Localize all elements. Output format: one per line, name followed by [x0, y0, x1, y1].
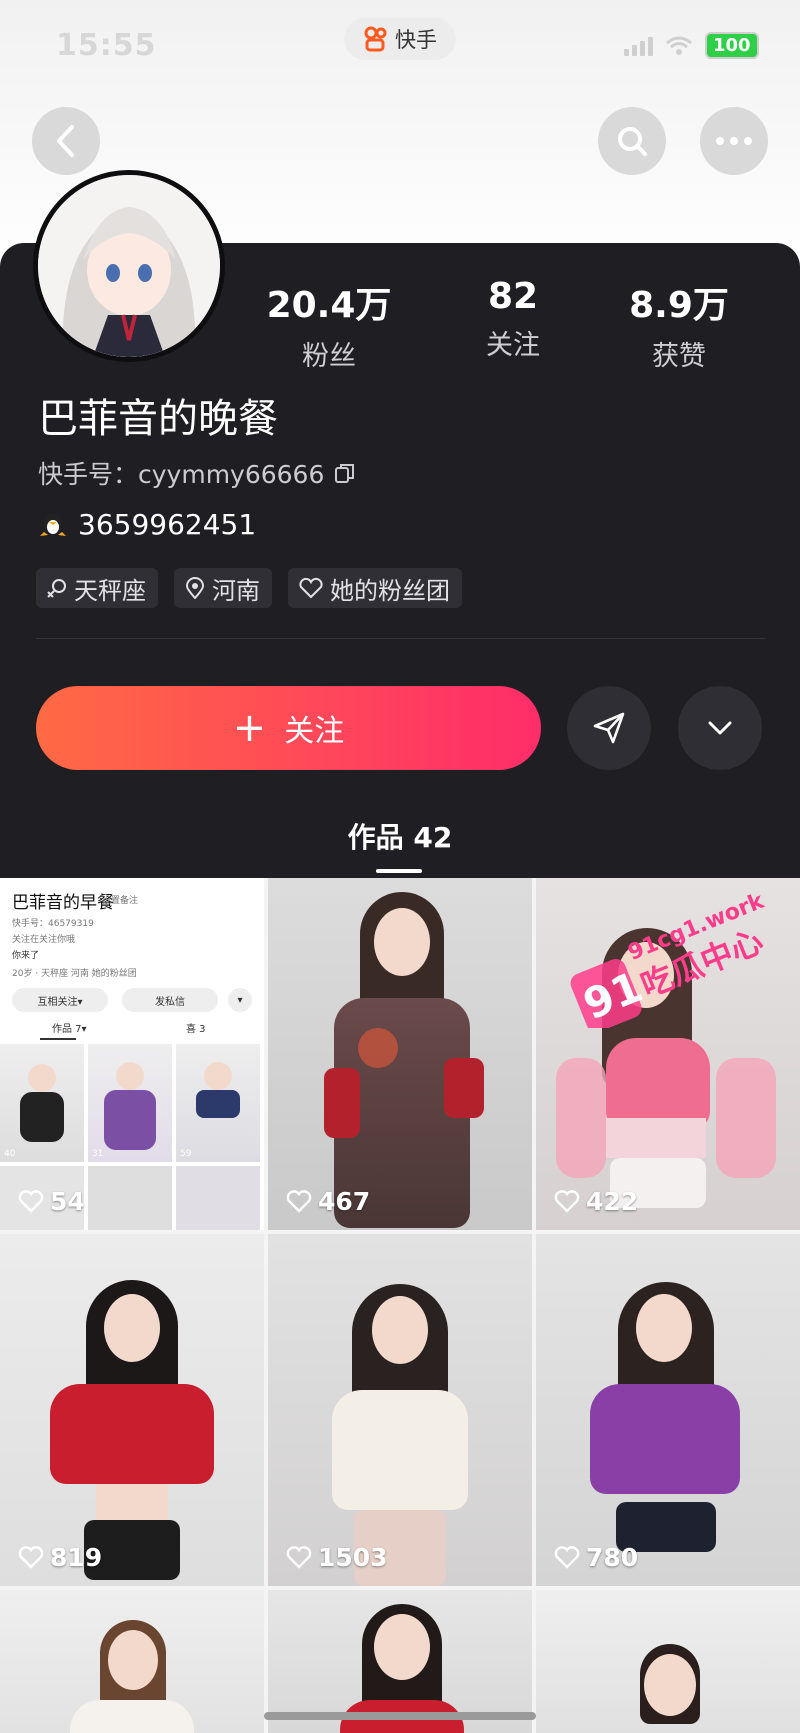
- mini-btn-more: ▾: [228, 988, 252, 1012]
- mini-thumb-likes-2: 31: [92, 1149, 104, 1159]
- watermark-logo: 91 91cg1.work 吃瓜中心: [570, 888, 769, 1028]
- mini-thumb-likes-3: 59: [180, 1149, 192, 1159]
- qq-penguin-icon: [40, 512, 66, 536]
- like-count-value: 422: [586, 1187, 639, 1216]
- stat-likes[interactable]: 8.9万 获赞: [604, 276, 754, 373]
- tab-works[interactable]: 作品 42: [330, 816, 470, 856]
- heart-group-icon: [299, 577, 323, 599]
- copy-icon[interactable]: [334, 462, 356, 484]
- send-icon: [593, 712, 625, 744]
- mini-remark: 设置备注: [102, 896, 139, 906]
- chevron-left-icon: [57, 125, 74, 157]
- share-button[interactable]: [567, 686, 651, 770]
- app-indicator[interactable]: 快手: [344, 18, 456, 60]
- heart-icon: [18, 1189, 44, 1213]
- wifi-icon: [666, 36, 692, 55]
- like-count-value: 819: [50, 1543, 103, 1572]
- search-button[interactable]: [598, 107, 666, 175]
- profile-tags: 天秤座 河南 她的粉丝团: [36, 568, 462, 608]
- kuaishou-logo-icon: [364, 26, 387, 52]
- mini-profile-screenshot: 巴菲音的早餐 设置备注 快手号：46579319 关注在关注你哦 你来了 20岁…: [0, 878, 264, 1230]
- heart-icon: [554, 1545, 580, 1569]
- video-thumbnail[interactable]: 780: [536, 1234, 800, 1586]
- heart-icon: [286, 1545, 312, 1569]
- like-count: 467: [286, 1187, 370, 1216]
- mini-tags: 20岁 · 天秤座 河南 她的粉丝团: [12, 969, 137, 979]
- heart-icon: [286, 1189, 312, 1213]
- mini-title: 巴菲音的早餐: [12, 893, 114, 913]
- more-button[interactable]: [700, 107, 768, 175]
- mini-id: 快手号：46579319: [12, 919, 94, 929]
- like-count: 54: [18, 1187, 85, 1216]
- expand-button[interactable]: [678, 686, 762, 770]
- following-label: 关注: [486, 330, 540, 361]
- search-icon: [618, 127, 647, 156]
- like-count-value: 780: [586, 1543, 639, 1572]
- app-name: 快手: [395, 28, 437, 52]
- heart-icon: [18, 1545, 44, 1569]
- heart-icon: [554, 1189, 580, 1213]
- back-button[interactable]: [32, 107, 100, 175]
- mini-tab-works: 作品 7▾: [52, 1024, 87, 1035]
- mini-thumb-1: 40: [0, 1044, 84, 1162]
- mini-line1: 关注在关注你哦: [12, 935, 76, 945]
- more-icon: [716, 137, 752, 145]
- video-thumbnail[interactable]: [0, 1590, 264, 1733]
- mini-line2: 你来了: [12, 951, 40, 961]
- mini-thumb-3: 59: [176, 1044, 260, 1162]
- mini-thumb-2: 31: [88, 1044, 172, 1162]
- avatar-image: [38, 175, 220, 357]
- home-indicator[interactable]: [264, 1712, 536, 1720]
- stat-fans[interactable]: 20.4万 粉丝: [254, 276, 404, 373]
- video-thumbnail[interactable]: [536, 1590, 800, 1733]
- like-count: 422: [554, 1187, 638, 1216]
- video-thumbnail[interactable]: 巴菲音的早餐 设置备注 快手号：46579319 关注在关注你哦 你来了 20岁…: [0, 878, 264, 1230]
- location-pin-icon: [185, 577, 205, 599]
- like-count-value: 54: [50, 1187, 85, 1216]
- mini-tab-indicator: [40, 1038, 76, 1040]
- tab-works-indicator: [376, 869, 422, 873]
- video-thumbnail[interactable]: 819: [0, 1234, 264, 1586]
- fans-label: 粉丝: [302, 341, 356, 372]
- likes-label: 获赞: [652, 341, 706, 372]
- kuaishou-id-row[interactable]: 快手号：cyymmy66666: [38, 455, 356, 491]
- tag-constellation-label: 天秤座: [74, 576, 146, 605]
- likes-count: 8.9万: [629, 285, 729, 326]
- follow-button[interactable]: + 关注: [36, 686, 541, 770]
- status-icons: 100: [624, 32, 759, 59]
- like-count: 780: [554, 1543, 638, 1572]
- kuaishou-id: 快手号：cyymmy66666: [38, 460, 325, 489]
- mini-btn-mutual: 互相关注▾: [12, 988, 108, 1012]
- venus-icon: [47, 579, 66, 598]
- tag-location-label: 河南: [212, 576, 260, 605]
- signal-icon: [624, 36, 653, 56]
- avatar[interactable]: [33, 170, 225, 362]
- profile-nickname: 巴菲音的晚餐: [38, 396, 278, 442]
- chevron-down-icon: [708, 721, 732, 735]
- follow-label: 关注: [284, 714, 345, 749]
- tag-fan-club-label: 她的粉丝团: [330, 576, 450, 605]
- tag-fan-club[interactable]: 她的粉丝团: [288, 568, 462, 608]
- video-thumbnail[interactable]: 1503: [268, 1234, 532, 1586]
- following-count: 82: [487, 276, 539, 317]
- video-thumbnail[interactable]: 467: [268, 878, 532, 1230]
- profile-divider: [36, 638, 766, 639]
- mini-thumb-likes-1: 40: [4, 1149, 16, 1159]
- qq-row: 3659962451: [38, 508, 256, 541]
- plus-icon: +: [232, 705, 267, 751]
- tag-location[interactable]: 河南: [174, 568, 272, 608]
- battery-indicator: 100: [705, 32, 759, 59]
- tag-constellation[interactable]: 天秤座: [36, 568, 158, 608]
- like-count-value: 467: [318, 1187, 371, 1216]
- fans-count: 20.4万: [266, 285, 392, 326]
- like-count-value: 1503: [318, 1543, 388, 1572]
- like-count: 819: [18, 1543, 102, 1572]
- qq-number: 3659962451: [78, 508, 257, 541]
- mini-tab-likes: 喜 3: [186, 1024, 206, 1035]
- stat-following[interactable]: 82 关注: [438, 276, 588, 362]
- like-count: 1503: [286, 1543, 388, 1572]
- mini-btn-message: 发私信: [122, 988, 218, 1012]
- status-time: 15:55: [56, 28, 157, 63]
